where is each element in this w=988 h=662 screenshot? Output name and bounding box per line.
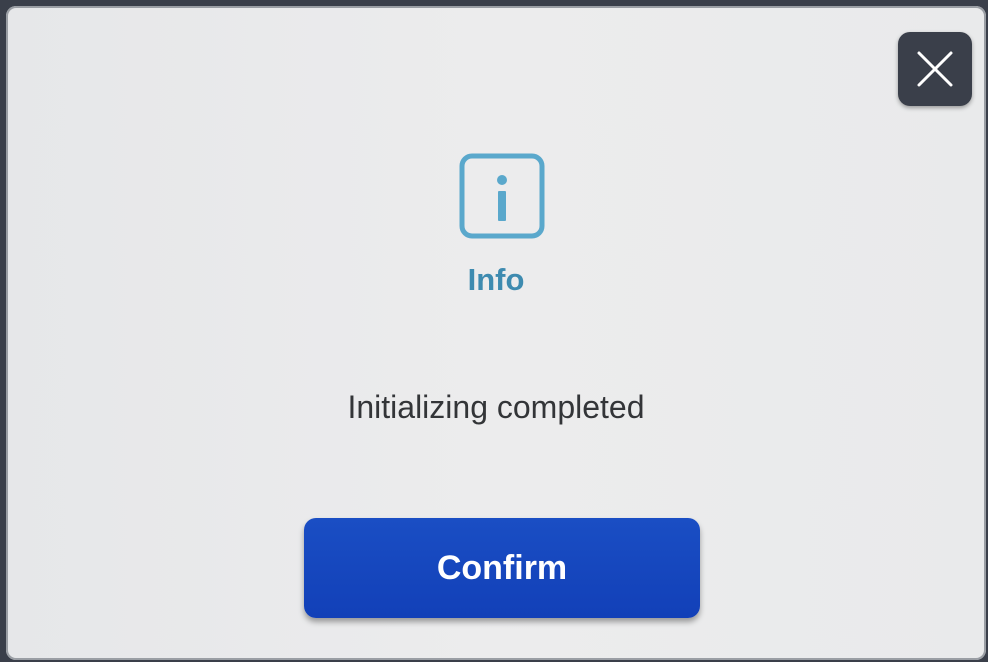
dialog-message: Initializing completed: [347, 389, 645, 425]
close-button[interactable]: [898, 32, 972, 106]
close-icon: [916, 50, 954, 88]
info-icon: [459, 153, 545, 239]
confirm-button[interactable]: Confirm: [304, 518, 700, 618]
dialog-title: Info: [467, 262, 525, 297]
info-dialog: Info Initializing completed Confirm: [6, 6, 986, 660]
